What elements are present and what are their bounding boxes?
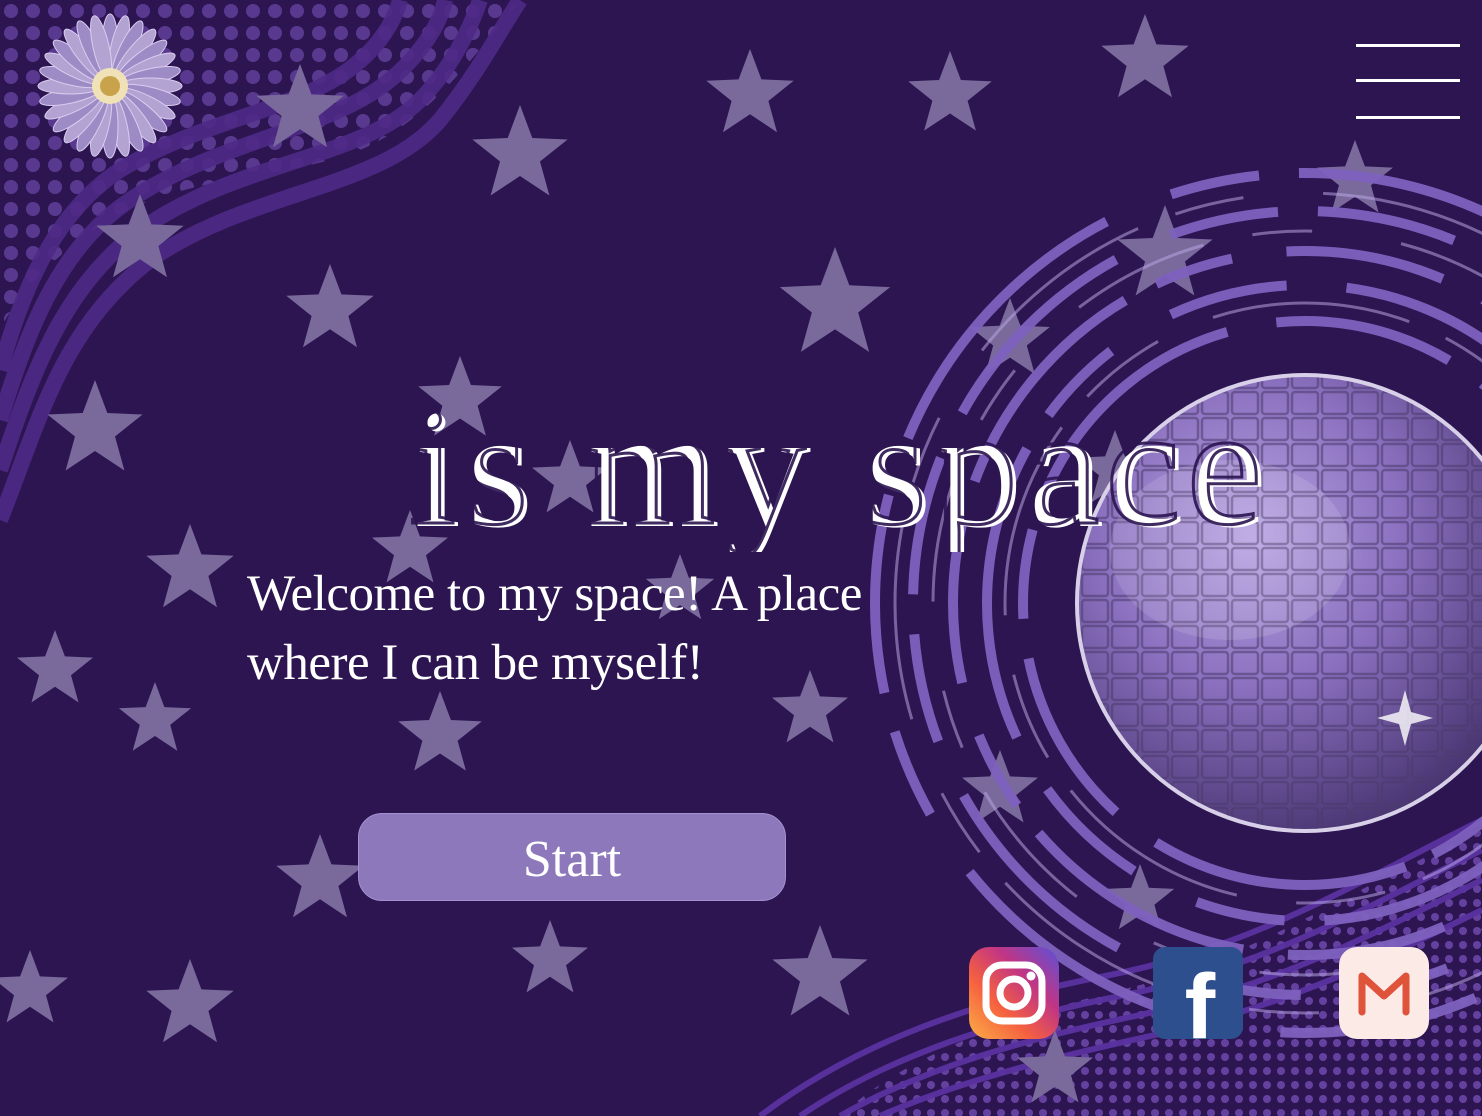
background-scene: [0, 0, 1482, 1116]
welcome-message: Welcome to my space! A place where I can…: [247, 560, 987, 698]
page-title-outline: is my space: [410, 392, 1268, 552]
facebook-icon[interactable]: f: [1152, 946, 1244, 1040]
gmail-icon[interactable]: [1338, 946, 1430, 1040]
hamburger-menu-icon[interactable]: [1356, 40, 1462, 124]
welcome-line-1: Welcome to my space! A place: [247, 566, 862, 622]
start-button[interactable]: Start: [358, 813, 786, 901]
welcome-line-2: where I can be myself!: [247, 635, 704, 691]
facebook-glyph: f: [1185, 956, 1216, 1040]
page-title: is my space is my space: [410, 392, 1268, 552]
instagram-icon[interactable]: [968, 946, 1060, 1040]
